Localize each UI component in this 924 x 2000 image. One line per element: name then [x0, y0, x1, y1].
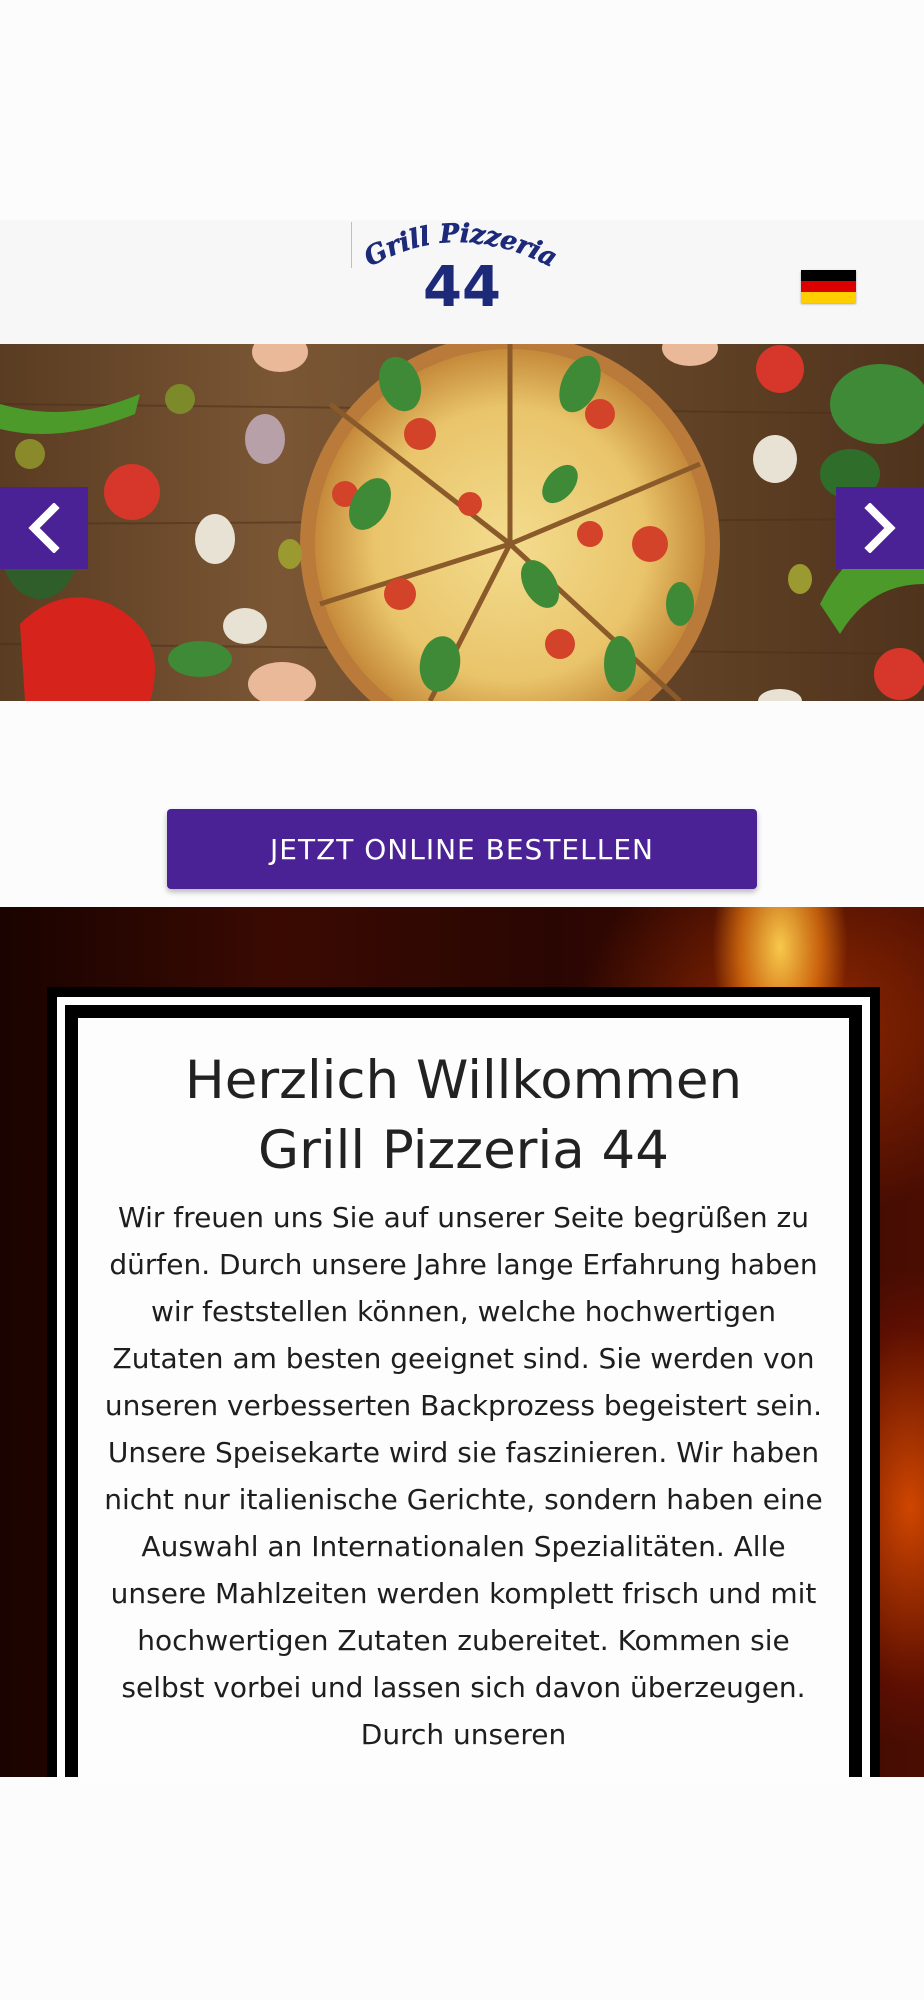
page: Grill Pizzeria 44 JETZT ONLINE BESTELLEN…: [0, 0, 924, 2000]
logo-graphic: Grill Pizzeria 44: [359, 220, 562, 312]
order-online-button[interactable]: JETZT ONLINE BESTELLEN: [167, 809, 757, 889]
pizza-image: [0, 344, 924, 701]
chevron-right-icon: [864, 503, 896, 553]
slider-next-button[interactable]: [836, 487, 924, 569]
welcome-title-line2: Grill Pizzeria 44: [258, 1120, 669, 1181]
logo[interactable]: Grill Pizzeria 44: [350, 220, 570, 312]
welcome-section: Herzlich Willkommen Grill Pizzeria 44 Wi…: [0, 907, 924, 1777]
hero-slider: [0, 344, 924, 701]
cta-section: JETZT ONLINE BESTELLEN: [0, 701, 924, 907]
welcome-text: Wir freuen uns Sie auf unserer Seite beg…: [104, 1201, 823, 1751]
welcome-content: Herzlich Willkommen Grill Pizzeria 44 Wi…: [78, 1018, 849, 1777]
welcome-frame: Herzlich Willkommen Grill Pizzeria 44 Wi…: [47, 987, 880, 1777]
site-header: Grill Pizzeria 44: [0, 220, 924, 344]
chevron-left-icon: [28, 503, 60, 553]
welcome-title-line1: Herzlich Willkommen: [184, 1050, 743, 1111]
slider-prev-button[interactable]: [0, 487, 88, 569]
welcome-heading: Herzlich Willkommen Grill Pizzeria 44: [78, 1018, 849, 1186]
logo-number: 44: [423, 255, 501, 312]
german-flag-icon[interactable]: [801, 270, 856, 303]
